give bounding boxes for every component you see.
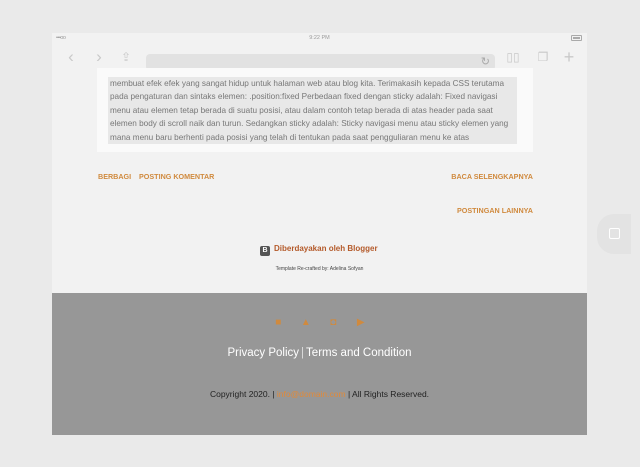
email-link[interactable]: info@domain.com [277,389,346,399]
youtube-icon[interactable]: ▶ [355,317,366,328]
share-icon[interactable]: ⇪ [117,48,135,66]
powered-by-link[interactable]: B Diberdayakan oleh Blogger [260,244,378,256]
terms-link[interactable]: Terms and Condition [306,347,411,359]
policy-links: Privacy Policy | Terms and Condition [52,347,587,359]
instagram-icon[interactable]: ◘ [328,317,339,328]
social-links: ■ ▲ ◘ ▶ [52,312,587,330]
chevron-left-icon[interactable]: ‹ [62,48,80,66]
plus-icon[interactable]: + [560,48,578,66]
privacy-policy-link[interactable]: Privacy Policy [227,347,299,359]
battery-icon [571,35,582,41]
twitter-icon[interactable]: ▲ [300,317,311,328]
read-more-link[interactable]: BACA SELENGKAPNYA [451,172,533,181]
facebook-icon[interactable]: ■ [273,317,284,328]
post-comment-link[interactable]: POSTING KOMENTAR [139,172,214,181]
status-bar: •••oo 9:22 PM [52,33,587,44]
reload-icon[interactable]: ↻ [481,55,490,68]
copyright-suffix: | All Rights Reserved. [347,389,430,399]
more-posts-link[interactable]: POSTINGAN LAINNYA [457,206,533,215]
copyright-prefix: Copyright 2020. | [209,389,275,399]
powered-by-text: Diberdayakan oleh Blogger [274,244,378,253]
blogger-icon: B [260,246,270,256]
tabs-icon[interactable]: ❐ [534,48,552,66]
copyright: Copyright 2020. | info@domain.com | All … [52,389,587,399]
site-footer: ■ ▲ ◘ ▶ Privacy Policy | Terms and Conditi… [52,293,587,435]
clock: 9:22 PM [309,35,330,41]
policy-separator: | [301,347,305,359]
article-text: membuat efek efek yang sangat hidup untu… [108,77,517,145]
tablet-screen: •••oo 9:22 PM ‹ › ⇪ ↻ ▯▯ ❐ + membuat efe… [52,33,587,435]
assistive-touch-button[interactable] [597,214,631,254]
template-credit: Template Re-crafted by: Adelina Sofyan [275,266,364,272]
share-link[interactable]: BERBAGI [98,172,131,181]
chevron-right-icon[interactable]: › [90,48,108,66]
book-icon[interactable]: ▯▯ [504,48,522,66]
